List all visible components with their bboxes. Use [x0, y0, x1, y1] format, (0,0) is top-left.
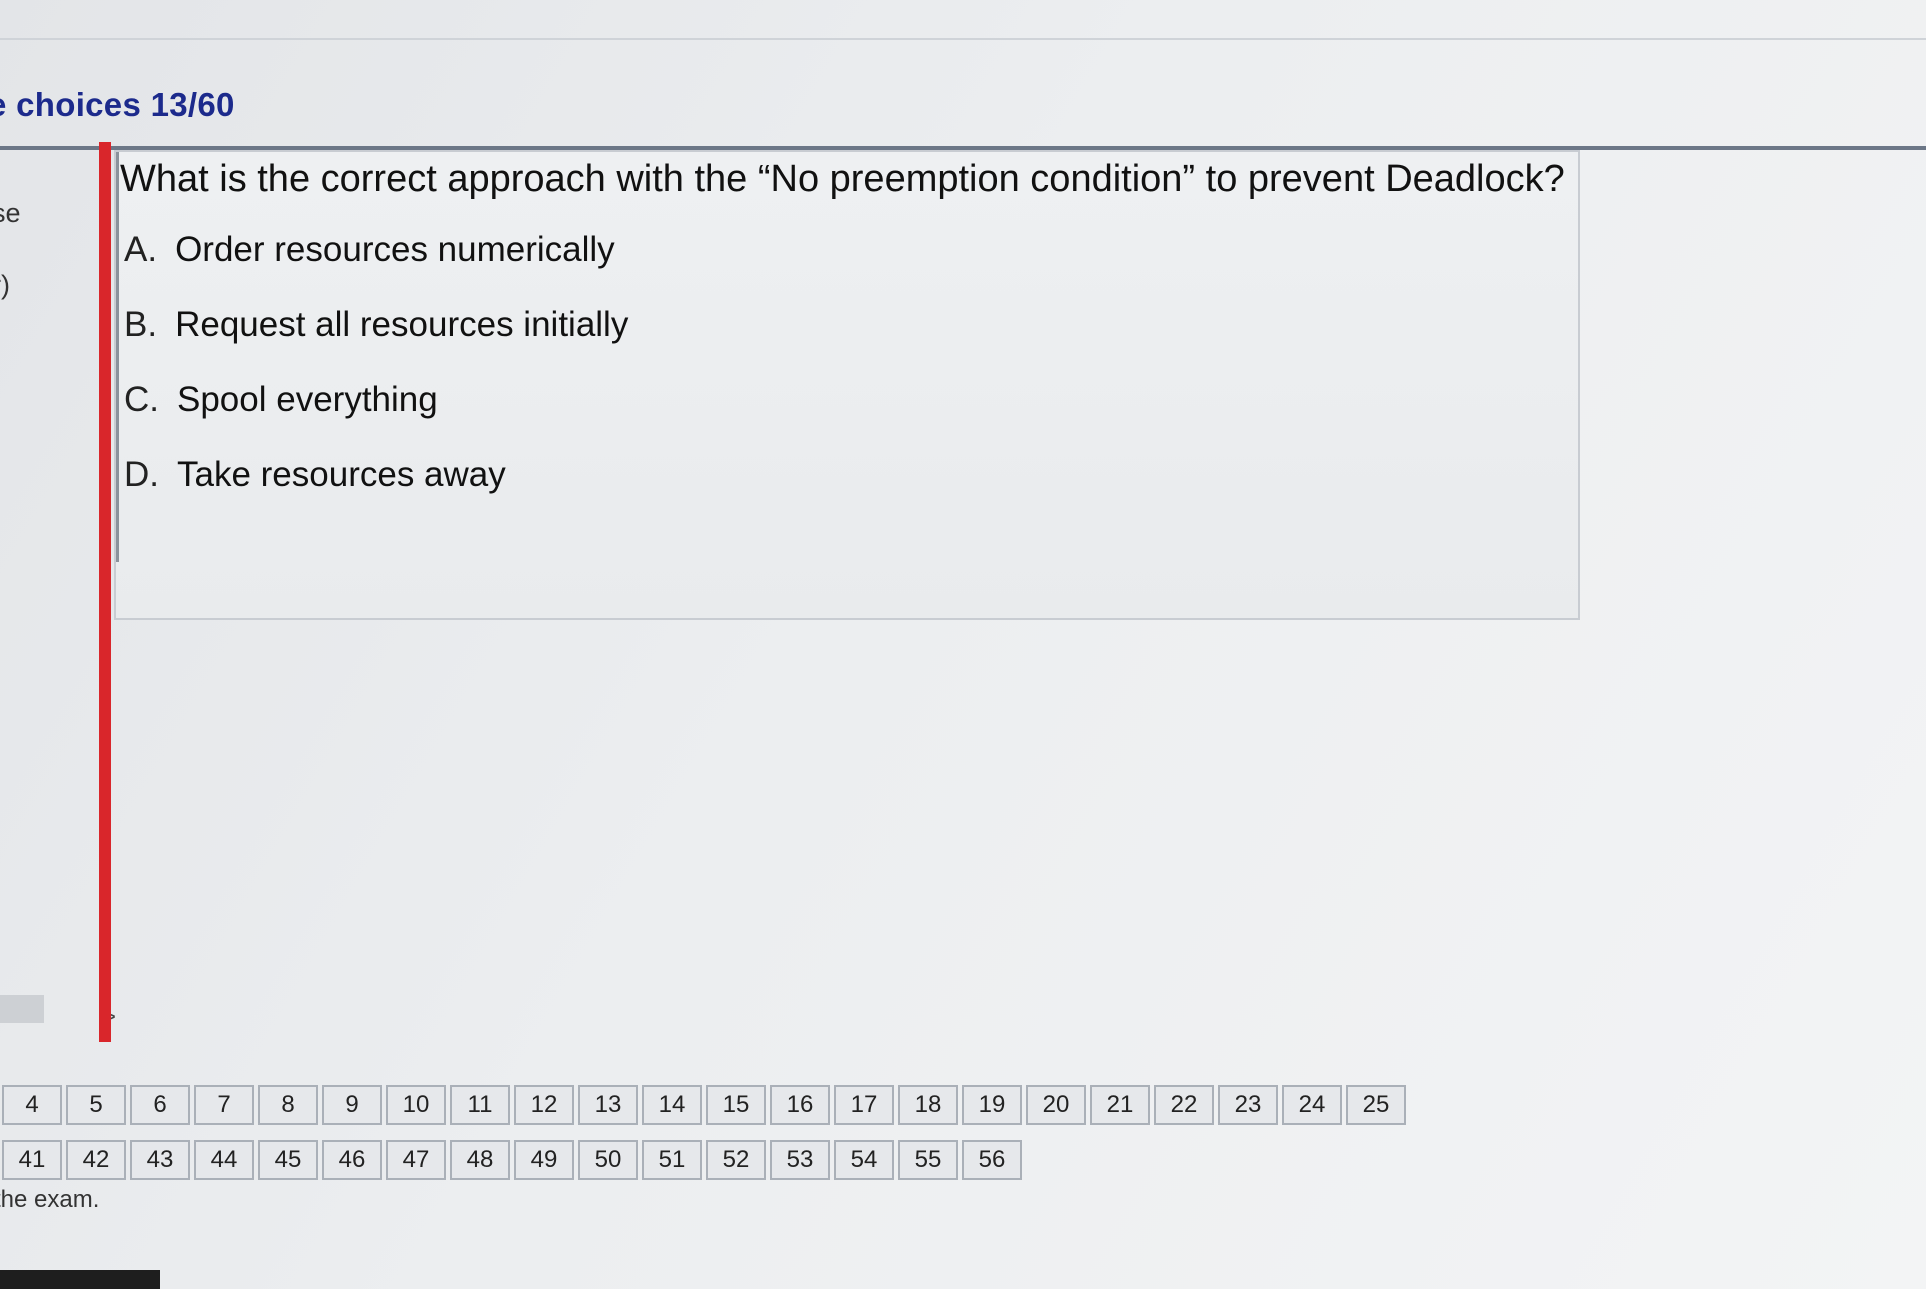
question-nav-button[interactable]: 48: [450, 1140, 510, 1180]
question-nav-button[interactable]: 21: [1090, 1085, 1150, 1125]
question-nav-button[interactable]: 47: [386, 1140, 446, 1180]
question-nav-button[interactable]: 44: [194, 1140, 254, 1180]
sidebar-item-1[interactable]: se: [0, 198, 21, 229]
question-panel: What is the correct approach with the “N…: [114, 150, 1580, 620]
page-title: e choices 13/60: [0, 86, 235, 123]
question-nav-button[interactable]: 41: [2, 1140, 62, 1180]
question-nav-button[interactable]: 19: [962, 1085, 1022, 1125]
question-nav-button[interactable]: 53: [770, 1140, 830, 1180]
question-nav-button[interactable]: 54: [834, 1140, 894, 1180]
question-nav-button[interactable]: 6: [130, 1085, 190, 1125]
horizontal-scrollbar[interactable]: [0, 995, 44, 1023]
question-nav-button[interactable]: 18: [898, 1085, 958, 1125]
question-nav-button[interactable]: 50: [578, 1140, 638, 1180]
exam-screen: e choices 13/60 se r) > What is the corr…: [0, 0, 1926, 1289]
question-nav-button[interactable]: 16: [770, 1085, 830, 1125]
option-a[interactable]: A. Order resources numerically: [124, 230, 615, 270]
question-nav-button[interactable]: 17: [834, 1085, 894, 1125]
option-letter: D.: [124, 455, 159, 494]
option-label: Take resources away: [177, 455, 506, 494]
question-marker-bar: [99, 142, 111, 1042]
question-nav-button[interactable]: 20: [1026, 1085, 1086, 1125]
question-nav-button[interactable]: 7: [194, 1085, 254, 1125]
question-nav-button[interactable]: 22: [1154, 1085, 1214, 1125]
option-label: Request all resources initially: [175, 305, 629, 344]
question-nav-button[interactable]: 43: [130, 1140, 190, 1180]
question-nav-button[interactable]: 11: [450, 1085, 510, 1125]
option-c[interactable]: C. Spool everything: [124, 380, 438, 420]
question-nav-button[interactable]: 46: [322, 1140, 382, 1180]
question-nav-row-1: 4 5 6 7 8 9 10 11 12 13 14 15 16 17 18 19 20 21 22 23 24 25: [2, 1085, 1406, 1125]
question-nav-button[interactable]: 9: [322, 1085, 382, 1125]
question-nav-button[interactable]: 4: [2, 1085, 62, 1125]
left-sidebar: se r): [0, 150, 98, 1050]
question-nav-button[interactable]: 15: [706, 1085, 766, 1125]
footer-note: the exam.: [0, 1186, 100, 1213]
question-nav-button[interactable]: 55: [898, 1140, 958, 1180]
question-nav-button[interactable]: 42: [66, 1140, 126, 1180]
option-b[interactable]: B. Request all resources initially: [124, 305, 628, 345]
option-label: Order resources numerically: [175, 230, 615, 269]
question-nav-row-2: 41 42 43 44 45 46 47 48 49 50 51 52 53 54 55 56: [2, 1140, 1022, 1180]
question-nav-button[interactable]: 51: [642, 1140, 702, 1180]
question-nav-button[interactable]: 25: [1346, 1085, 1406, 1125]
option-letter: B.: [124, 305, 158, 344]
question-nav-button[interactable]: 23: [1218, 1085, 1278, 1125]
top-divider: [0, 38, 1926, 40]
question-nav-button[interactable]: 13: [578, 1085, 638, 1125]
question-nav-button[interactable]: 5: [66, 1085, 126, 1125]
question-nav-button[interactable]: 8: [258, 1085, 318, 1125]
option-letter: C.: [124, 380, 159, 419]
question-nav-button[interactable]: 24: [1282, 1085, 1342, 1125]
option-d[interactable]: D. Take resources away: [124, 455, 506, 495]
question-nav-button[interactable]: 10: [386, 1085, 446, 1125]
question-nav-button[interactable]: 12: [514, 1085, 574, 1125]
question-nav-button[interactable]: 49: [514, 1140, 574, 1180]
option-label: Spool everything: [177, 380, 438, 419]
screen-bezel: [0, 1270, 160, 1289]
option-letter: A.: [124, 230, 158, 269]
question-nav-button[interactable]: 56: [962, 1140, 1022, 1180]
answer-workspace: [114, 620, 1926, 1040]
sidebar-item-2[interactable]: r): [0, 270, 10, 301]
question-nav-button[interactable]: 45: [258, 1140, 318, 1180]
question-nav-button[interactable]: 52: [706, 1140, 766, 1180]
question-nav-button[interactable]: 14: [642, 1085, 702, 1125]
question-text: What is the correct approach with the “N…: [120, 158, 1565, 200]
